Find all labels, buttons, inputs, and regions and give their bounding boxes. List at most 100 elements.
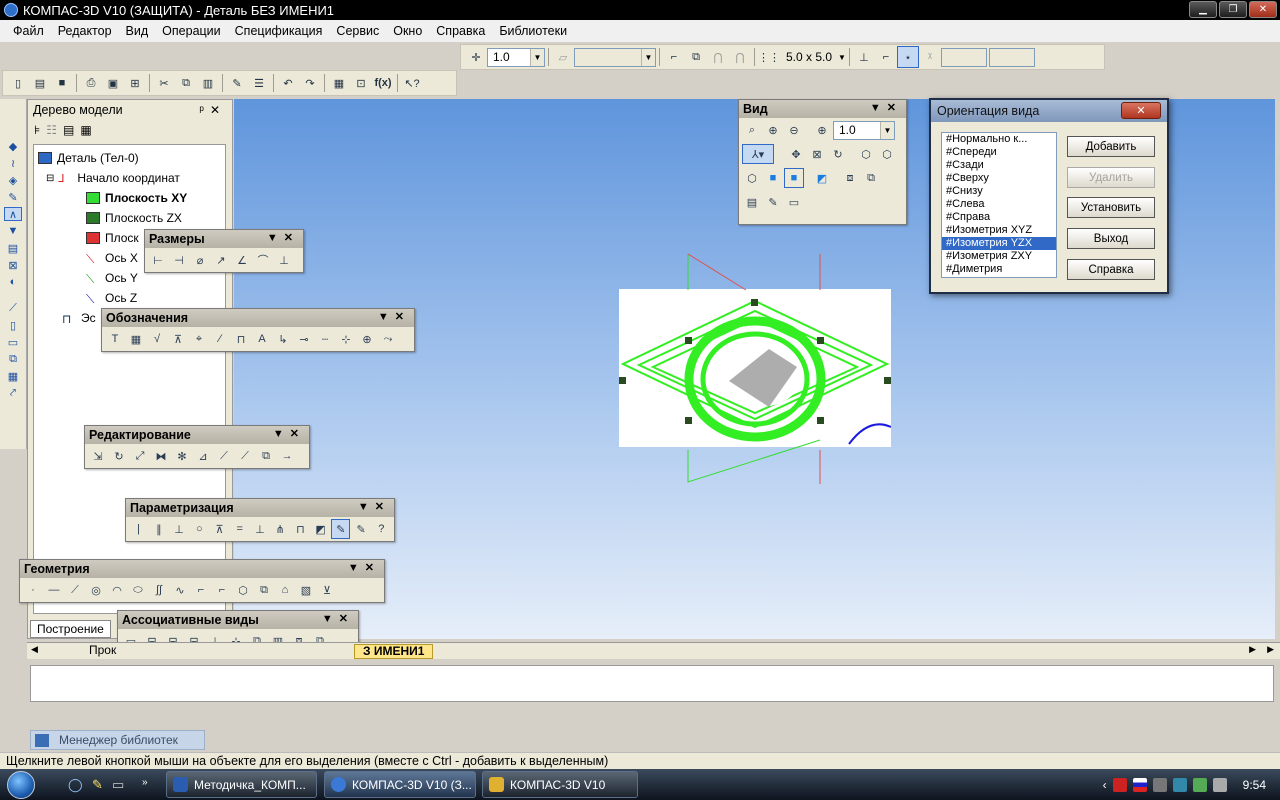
round-icon[interactable]: ⌐ bbox=[875, 46, 897, 68]
cube-view-icon[interactable]: ⬡ bbox=[877, 144, 897, 164]
dimensions-panel-header[interactable]: Размеры ▼✕ bbox=[145, 230, 303, 248]
collect-contour-icon[interactable]: ⊻ bbox=[317, 580, 337, 600]
fillet-icon[interactable]: ⌐ bbox=[212, 580, 232, 600]
list-item[interactable]: #Справа bbox=[942, 211, 1056, 224]
library-manager-tab[interactable]: Менеджер библиотек bbox=[30, 730, 205, 750]
open-folder-icon[interactable]: ▤ bbox=[29, 72, 51, 94]
zoom-scale-icon[interactable]: ⊕ bbox=[812, 120, 832, 140]
panel-controls[interactable]: ▼✕ bbox=[870, 101, 902, 114]
auxiliary-geometry-icon[interactable]: ✎ bbox=[4, 190, 22, 204]
coord-y-field[interactable] bbox=[988, 47, 1035, 67]
minimize-button[interactable]: ▁ bbox=[1189, 1, 1217, 18]
text-icon[interactable]: T bbox=[105, 329, 125, 349]
tolerance-icon[interactable]: ⌖ bbox=[189, 329, 209, 349]
move-icon[interactable]: ⇲ bbox=[88, 446, 108, 466]
equal-icon[interactable]: = bbox=[230, 519, 249, 539]
symmetry-icon[interactable]: ⋔ bbox=[271, 519, 290, 539]
spec-icon[interactable]: ▯ bbox=[4, 318, 22, 332]
print-icon[interactable]: ⎙ bbox=[80, 72, 102, 94]
clock[interactable]: 9:54 bbox=[1243, 778, 1266, 792]
local-cs-icon[interactable]: ⧉ bbox=[685, 46, 707, 68]
perpendicular-icon[interactable]: ⊥ bbox=[169, 519, 188, 539]
fix-dimension-icon[interactable]: ⊓ bbox=[291, 519, 310, 539]
grid-value[interactable]: 5.0 x 5.0 bbox=[786, 50, 832, 64]
property-panel[interactable] bbox=[30, 665, 1274, 702]
panel-controls[interactable]: ▼✕ bbox=[358, 500, 390, 513]
leader-icon[interactable]: ∕ bbox=[210, 329, 230, 349]
spline-icon[interactable]: ∫∫ bbox=[149, 580, 169, 600]
save-icon[interactable]: ■ bbox=[51, 72, 73, 94]
scroll-left-icon[interactable]: ◀ bbox=[31, 644, 38, 655]
layer-icon[interactable]: ▱ bbox=[552, 46, 574, 68]
editing-panel-header[interactable]: Редактирование ▼✕ bbox=[85, 426, 309, 444]
spatial-curves-icon[interactable]: ≀ bbox=[4, 156, 22, 170]
menu-window[interactable]: Окно bbox=[386, 24, 429, 38]
tree-node-axis-x[interactable]: ⟍ Ось X bbox=[86, 251, 138, 266]
axis-line-icon[interactable]: ┄ bbox=[315, 329, 335, 349]
wireframe-icon[interactable]: ⬡ bbox=[742, 168, 762, 188]
rotate-icon[interactable]: ↻ bbox=[109, 446, 129, 466]
arc-dimension-icon[interactable]: ⌒ bbox=[253, 250, 273, 270]
redraw-icon[interactable]: ▭ bbox=[784, 192, 804, 212]
panel-controls[interactable]: ▼✕ bbox=[267, 231, 299, 244]
component-icon[interactable]: ▦ bbox=[4, 369, 22, 383]
orientation-icon[interactable]: ⅄▾ bbox=[742, 144, 774, 164]
edit-details-icon[interactable]: ◆ bbox=[4, 139, 22, 153]
orientation-list[interactable]: #Нормально к... #Спереди #Сзади #Сверху … bbox=[941, 132, 1057, 278]
tree-node-plane-yz[interactable]: Плоск bbox=[86, 231, 139, 245]
pin-icon[interactable]: ✎ bbox=[92, 777, 103, 793]
sketch-icon[interactable]: ∧ bbox=[4, 207, 22, 221]
collinear-icon[interactable]: ⊥ bbox=[250, 519, 269, 539]
polygon-icon[interactable]: ⬡ bbox=[233, 580, 253, 600]
list-item[interactable]: #Сзади bbox=[942, 159, 1056, 172]
arrow-view-icon[interactable]: ↳ bbox=[273, 329, 293, 349]
scroll-right-end-icon[interactable]: ▶ bbox=[1267, 644, 1274, 655]
view-panel-header[interactable]: Вид ▼✕ bbox=[739, 100, 906, 118]
new-document-icon[interactable]: ▯ bbox=[7, 72, 29, 94]
magnet-icon[interactable]: ⋂ bbox=[707, 46, 729, 68]
filter-icon[interactable]: ▼ bbox=[4, 224, 22, 238]
surfaces-icon[interactable]: ◈ bbox=[4, 173, 22, 187]
tree-props-icon[interactable]: ▤ bbox=[63, 123, 74, 137]
menu-file[interactable]: Файл bbox=[6, 24, 51, 38]
zoom-combo[interactable]: 1.0 ▼ bbox=[833, 120, 895, 140]
dialog-titlebar[interactable]: Ориентация вида ✕ bbox=[931, 100, 1167, 122]
measure-icon[interactable]: ▤ bbox=[4, 241, 22, 255]
fix-point-icon[interactable]: ⊼ bbox=[210, 519, 229, 539]
document-tab[interactable]: З ИМЕНИ1 bbox=[354, 644, 434, 659]
variables-fx-icon[interactable]: f(x) bbox=[372, 72, 394, 94]
list-item[interactable]: #Сверху bbox=[942, 172, 1056, 185]
geometry-panel-header[interactable]: Геометрия ▼✕ bbox=[20, 560, 384, 578]
tab-build[interactable]: Построение bbox=[30, 620, 111, 638]
coordinate-system-icon[interactable]: ⌐ bbox=[663, 46, 685, 68]
delete-button[interactable]: Удалить bbox=[1067, 167, 1155, 188]
perspective-icon[interactable]: ◩ bbox=[812, 168, 832, 188]
pin-close-controls[interactable]: ᵖ✕ bbox=[199, 103, 226, 117]
circle-icon[interactable]: ◎ bbox=[86, 580, 106, 600]
layer-combo[interactable]: ▼ bbox=[574, 47, 656, 67]
hatch-icon[interactable]: ▧ bbox=[296, 580, 316, 600]
pan-icon[interactable]: ✥ bbox=[786, 144, 806, 164]
deform-icon[interactable]: ⊿ bbox=[193, 446, 213, 466]
mark-icon[interactable]: A bbox=[252, 329, 272, 349]
panel-controls[interactable]: ▼✕ bbox=[378, 310, 410, 323]
diameter-icon[interactable]: ⌀ bbox=[190, 250, 210, 270]
task-button-methodichka[interactable]: Методичка_КОМП... bbox=[166, 771, 317, 798]
base-icon[interactable]: ⊼ bbox=[168, 329, 188, 349]
weld-icon[interactable]: ⊸ bbox=[294, 329, 314, 349]
zoom-all-icon[interactable]: ⊠ bbox=[807, 144, 827, 164]
point-icon[interactable]: · bbox=[23, 580, 43, 600]
tree-node-plane-xy[interactable]: Плоскость XY bbox=[86, 191, 187, 205]
equidistant-icon[interactable]: ⌂ bbox=[275, 580, 295, 600]
center-mark-icon[interactable]: ⊹ bbox=[336, 329, 356, 349]
tray-app-icon[interactable] bbox=[1152, 777, 1167, 792]
angle-icon[interactable]: ∠ bbox=[232, 250, 252, 270]
tree-sort-icon[interactable]: ☷ bbox=[46, 123, 57, 137]
parallel-icon[interactable]: ∥ bbox=[149, 519, 168, 539]
rectangle-icon[interactable]: ⧉ bbox=[254, 580, 274, 600]
roughness-icon[interactable]: √ bbox=[147, 329, 167, 349]
tree-node-part[interactable]: Деталь (Тел-0) bbox=[38, 151, 139, 165]
quicklaunch-icon[interactable]: ▭ bbox=[112, 777, 124, 793]
copy-icon[interactable]: ⧉ bbox=[175, 72, 197, 94]
menu-editor[interactable]: Редактор bbox=[51, 24, 119, 38]
